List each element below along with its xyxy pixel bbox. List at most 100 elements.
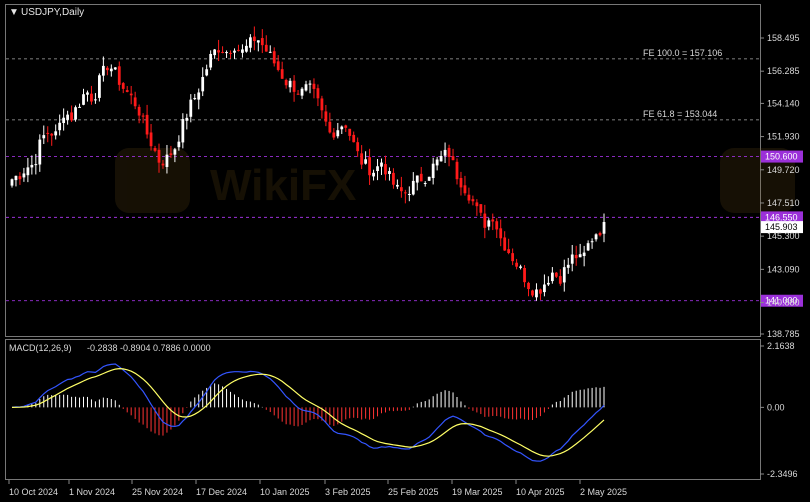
candle-body — [459, 178, 463, 188]
macd-axis: 2.1638 0.00 -2.3496 — [760, 341, 798, 479]
candle-body — [340, 126, 344, 130]
candle-body — [511, 253, 515, 262]
candle-body — [30, 164, 34, 168]
candle-body — [598, 232, 602, 236]
candle-body — [324, 111, 328, 122]
candle-body — [205, 69, 209, 76]
candle-body — [531, 290, 534, 296]
candle-body — [292, 80, 296, 92]
candle-body — [463, 185, 467, 194]
candle-body — [42, 135, 46, 139]
time-tick-label: 1 Nov 2024 — [69, 487, 115, 497]
candle-body — [82, 94, 85, 105]
candle-body — [90, 93, 93, 102]
candle-body — [38, 139, 42, 165]
candle-body — [475, 202, 479, 207]
time-tick-label: 10 Jan 2025 — [260, 487, 310, 497]
candle-body — [550, 272, 554, 282]
candle-body — [54, 131, 58, 136]
candle-body — [332, 132, 336, 138]
chart-svg: ▼ USDJPY,Daily WikiFX FE 100.0 = 157.106… — [5, 4, 803, 497]
candle-body — [209, 53, 213, 68]
candle-body — [392, 172, 395, 185]
candle-body — [546, 282, 550, 285]
candle-body — [264, 44, 268, 52]
candle-body — [364, 159, 368, 164]
candle-body — [403, 192, 407, 194]
candle-body — [439, 156, 443, 162]
price-tick-label: 145.300 — [767, 231, 800, 241]
candle-body — [137, 106, 141, 116]
candle-body — [157, 149, 161, 163]
candle-body — [34, 164, 38, 166]
macd-tick-label: 2.1638 — [767, 341, 795, 351]
candle-body — [578, 254, 582, 258]
candle-body — [368, 157, 371, 176]
candle-body — [58, 122, 62, 131]
time-tick-label: 3 Feb 2025 — [325, 487, 371, 497]
chart-title: USDJPY,Daily — [21, 7, 84, 18]
candle-body — [554, 272, 558, 277]
candle-body — [574, 254, 578, 259]
candle-body — [562, 267, 566, 283]
candle-body — [121, 83, 125, 89]
time-tick-label: 19 Mar 2025 — [452, 487, 503, 497]
candle-body — [372, 172, 375, 177]
candle-body — [181, 119, 185, 143]
candle-body — [105, 67, 109, 71]
candle-body — [50, 133, 54, 136]
time-tick-label: 25 Feb 2025 — [388, 487, 439, 497]
candle-body — [304, 84, 308, 91]
candle-body — [284, 79, 288, 86]
candle-body — [415, 175, 419, 183]
candle-body — [153, 148, 157, 151]
candle-body — [189, 99, 193, 117]
candle-body — [22, 173, 26, 178]
title-arrow-icon[interactable]: ▼ — [9, 7, 19, 18]
level-tag-label: 150.600 — [765, 152, 798, 162]
candle-body — [14, 175, 18, 181]
price-tick-label: 156.285 — [767, 66, 800, 76]
macd-label: MACD(12,26,9) — [9, 343, 72, 353]
candle-body — [519, 266, 522, 268]
candle-body — [197, 92, 201, 100]
candle-body — [66, 114, 70, 120]
candle-body — [46, 132, 50, 134]
time-tick-label: 10 Oct 2024 — [9, 487, 58, 497]
candle-body — [523, 267, 526, 283]
candle-body — [427, 176, 431, 181]
candle-body — [487, 220, 491, 227]
candle-body — [566, 264, 570, 268]
candle-body — [296, 93, 300, 95]
candle-body — [360, 153, 364, 165]
candle-body — [535, 289, 538, 298]
fe-label: FE 61.8 = 153.044 — [643, 109, 717, 119]
level-tag-label: 146.550 — [765, 212, 798, 222]
candle-body — [515, 262, 518, 267]
candle-body — [570, 254, 574, 264]
candle-body — [173, 149, 177, 155]
time-tick-label: 2 May 2025 — [580, 487, 627, 497]
price-tick-label: 149.720 — [767, 165, 800, 175]
candle-body — [419, 173, 423, 182]
candle-body — [407, 193, 411, 195]
candle-body — [217, 50, 220, 53]
candle-body — [399, 187, 403, 192]
candle-body — [467, 194, 471, 201]
candle-body — [558, 276, 562, 284]
candle-body — [252, 36, 256, 42]
candle-body — [431, 163, 435, 179]
candle-body — [101, 65, 105, 76]
candle-body — [280, 69, 284, 79]
candle-body — [221, 51, 224, 53]
candle-body — [507, 249, 511, 253]
macd-tick-label: 0.00 — [767, 402, 785, 412]
candle-body — [380, 162, 383, 167]
time-tick-label: 17 Dec 2024 — [196, 487, 247, 497]
candle-body — [455, 161, 459, 180]
macd-tick-label: -2.3496 — [767, 469, 798, 479]
candle-body — [276, 61, 280, 70]
candle-body — [447, 147, 451, 157]
candle-body — [260, 38, 264, 46]
candle-body — [225, 52, 228, 54]
